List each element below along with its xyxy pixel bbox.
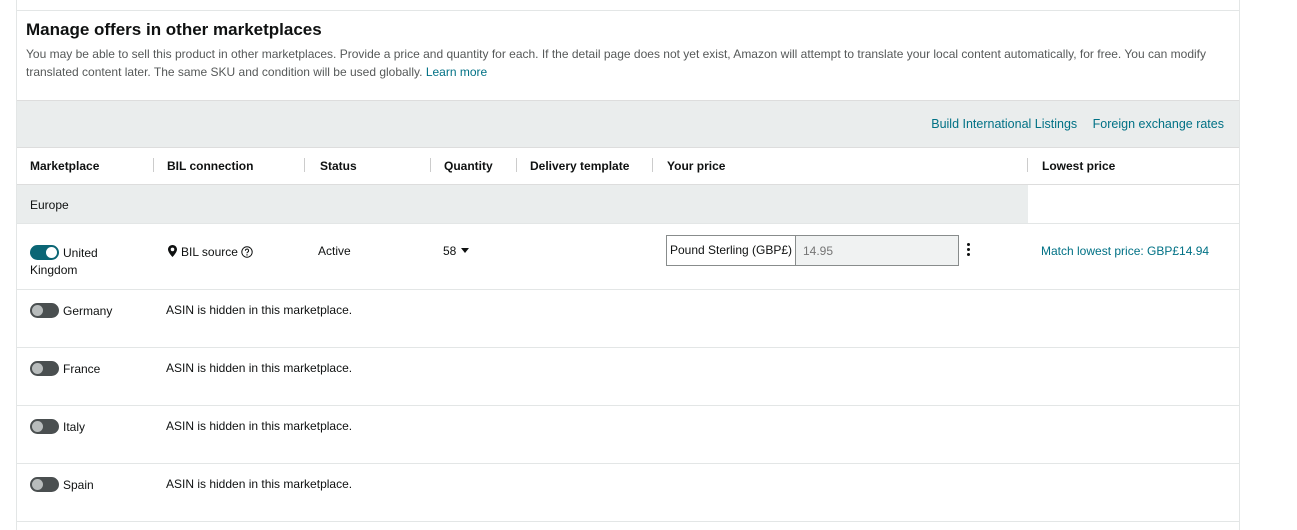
location-pin-icon bbox=[168, 245, 177, 257]
column-header-lowest-price[interactable]: Lowest price bbox=[1042, 159, 1115, 173]
marketplace-name: Spain bbox=[63, 478, 94, 492]
table-row-next bbox=[17, 521, 1239, 530]
match-lowest-price-link[interactable]: Match lowest price: GBP£14.94 bbox=[1041, 244, 1209, 258]
hidden-message: ASIN is hidden in this marketplace. bbox=[166, 303, 353, 317]
table-row-italy: Italy ASIN is hidden in this marketplace… bbox=[17, 405, 1239, 463]
price-input-group: Pound Sterling (GBP£) bbox=[666, 235, 959, 266]
region-group-header: Europe bbox=[17, 185, 1028, 223]
page-description: You may be able to sell this product in … bbox=[26, 45, 1231, 81]
marketplaces-panel: Manage offers in other marketplaces You … bbox=[16, 0, 1240, 530]
table-header: Marketplace BIL connection Status Quanti… bbox=[17, 147, 1239, 185]
help-circle-icon[interactable] bbox=[241, 246, 253, 258]
status-cell: Active bbox=[318, 244, 351, 258]
column-separator bbox=[516, 158, 517, 172]
hidden-message: ASIN is hidden in this marketplace. bbox=[166, 419, 353, 433]
region-label: Europe bbox=[30, 198, 69, 212]
column-header-quantity[interactable]: Quantity bbox=[444, 159, 493, 173]
table-row-spain: Spain ASIN is hidden in this marketplace… bbox=[17, 463, 1239, 521]
marketplace-cell: Spain bbox=[30, 477, 94, 492]
price-input[interactable] bbox=[796, 236, 958, 265]
quantity-value: 58 bbox=[443, 244, 457, 258]
column-separator bbox=[652, 158, 653, 172]
marketplace-toggle-italy[interactable] bbox=[30, 419, 59, 434]
marketplace-cell: Italy bbox=[30, 419, 85, 434]
table-row-france: France ASIN is hidden in this marketplac… bbox=[17, 347, 1239, 405]
hidden-message: ASIN is hidden in this marketplace. bbox=[166, 361, 353, 375]
top-divider bbox=[17, 10, 1239, 11]
table-row-united-kingdom: United Kingdom BIL source Active 58 Poun… bbox=[17, 223, 1239, 289]
marketplace-name: Italy bbox=[63, 420, 86, 434]
learn-more-link[interactable]: Learn more bbox=[426, 65, 487, 79]
column-separator bbox=[153, 158, 154, 172]
quantity-dropdown[interactable]: 58 bbox=[443, 244, 470, 258]
foreign-exchange-rates-link[interactable]: Foreign exchange rates bbox=[1093, 117, 1224, 131]
page-title: Manage offers in other marketplaces bbox=[26, 20, 322, 39]
marketplace-cell: Germany bbox=[30, 303, 112, 318]
marketplace-cell: United Kingdom bbox=[30, 245, 140, 279]
build-international-listings-link[interactable]: Build International Listings bbox=[931, 117, 1077, 131]
kebab-menu-icon[interactable] bbox=[965, 243, 971, 257]
column-header-bil-connection[interactable]: BIL connection bbox=[167, 159, 253, 173]
column-separator bbox=[430, 158, 431, 172]
marketplace-cell: France bbox=[30, 361, 100, 376]
marketplace-toggle-spain[interactable] bbox=[30, 477, 59, 492]
table-toolbar: Build International Listings Foreign exc… bbox=[17, 100, 1239, 147]
column-separator bbox=[1027, 158, 1028, 172]
currency-label: Pound Sterling (GBP£) bbox=[667, 236, 796, 265]
table-row-germany: Germany ASIN is hidden in this marketpla… bbox=[17, 289, 1239, 347]
marketplace-toggle-france[interactable] bbox=[30, 361, 59, 376]
toolbar-links: Build International Listings Foreign exc… bbox=[919, 117, 1224, 131]
marketplace-name: France bbox=[63, 362, 101, 376]
caret-down-icon bbox=[461, 248, 470, 253]
column-header-status[interactable]: Status bbox=[320, 159, 357, 173]
bil-connection-cell: BIL source bbox=[168, 245, 253, 259]
column-header-marketplace[interactable]: Marketplace bbox=[30, 159, 99, 173]
marketplace-name: Germany bbox=[63, 304, 113, 318]
hidden-message: ASIN is hidden in this marketplace. bbox=[166, 477, 353, 491]
marketplace-toggle-united-kingdom[interactable] bbox=[30, 245, 59, 260]
column-separator bbox=[304, 158, 305, 172]
description-text: You may be able to sell this product in … bbox=[26, 47, 1206, 79]
column-header-delivery-template[interactable]: Delivery template bbox=[530, 159, 629, 173]
bil-source-label: BIL source bbox=[181, 245, 238, 259]
column-header-your-price[interactable]: Your price bbox=[667, 159, 725, 173]
marketplace-toggle-germany[interactable] bbox=[30, 303, 59, 318]
